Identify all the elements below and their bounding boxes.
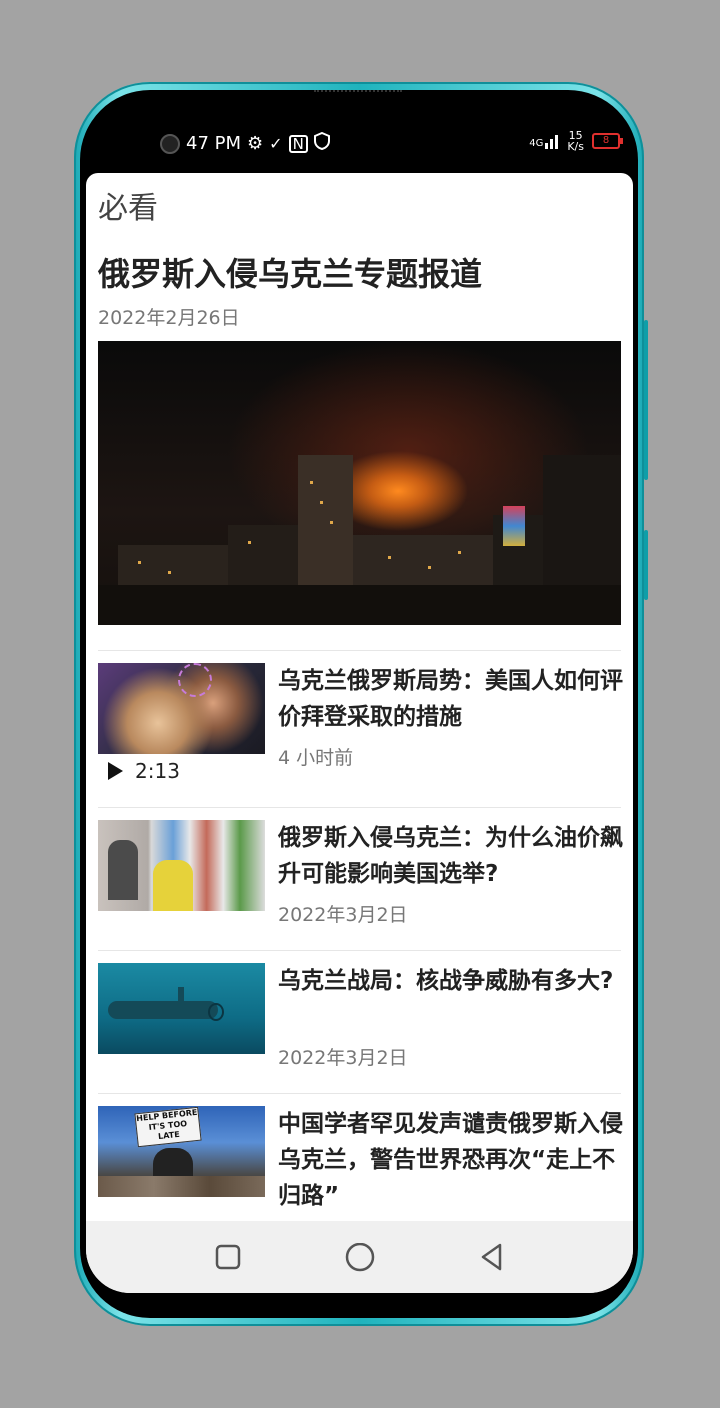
- article-title[interactable]: 乌克兰战局：核战争威胁有多大?: [278, 963, 623, 999]
- system-navigation-bar: [86, 1221, 633, 1293]
- divider: [98, 1093, 621, 1094]
- list-item[interactable]: 乌克兰战局：核战争威胁有多大? 2022年3月2日: [98, 963, 621, 1093]
- video-indicator[interactable]: 2:13: [108, 759, 180, 783]
- nfc-icon: N: [288, 134, 308, 153]
- list-item[interactable]: 俄罗斯入侵乌克兰：为什么油价飙升可能影响美国选举? 2022年3月2日: [98, 820, 623, 950]
- thumbnail-sign: HELP BEFORE IT'S TOO LATE: [134, 1106, 202, 1148]
- check-download-icon: ✓: [269, 134, 283, 153]
- play-icon: [108, 762, 123, 780]
- home-icon[interactable]: [345, 1242, 375, 1272]
- video-duration: 2:13: [135, 759, 180, 783]
- recents-icon[interactable]: [214, 1243, 242, 1271]
- divider: [98, 650, 621, 651]
- article-meta: 2022年3月2日: [278, 1047, 408, 1069]
- article-title[interactable]: 乌克兰俄罗斯局势：美国人如何评价拜登采取的措施: [278, 663, 623, 735]
- signal-icon: 4G: [529, 133, 559, 149]
- list-item[interactable]: 2:13 乌克兰俄罗斯局势：美国人如何评价拜登采取的措施 4 小时前: [98, 663, 623, 793]
- battery-icon: 8: [592, 133, 623, 149]
- side-button: [644, 530, 648, 600]
- featured-headline[interactable]: 俄罗斯入侵乌克兰专题报道: [98, 249, 482, 295]
- status-bar: 47 PM ⚙ ✓ N 4G 15 K/s 8: [160, 130, 623, 158]
- app-screen: 必看 俄罗斯入侵乌克兰专题报道 2022年2月26日 2:13 乌克兰俄罗斯局势…: [86, 173, 633, 1293]
- article-title[interactable]: 俄罗斯入侵乌克兰：为什么油价飙升可能影响美国选举?: [278, 820, 623, 892]
- article-meta: 4 小时前: [278, 747, 354, 769]
- speaker-grille: [314, 90, 402, 95]
- battery-level: 8: [602, 135, 610, 146]
- divider: [98, 950, 621, 951]
- divider: [98, 807, 621, 808]
- status-time: 47 PM: [186, 133, 242, 154]
- article-thumbnail: HELP BEFORE IT'S TOO LATE: [98, 1106, 265, 1197]
- net-speed: 15 K/s: [567, 130, 584, 152]
- article-meta: 2022年3月2日: [278, 904, 408, 926]
- network-type: 4G: [529, 138, 544, 149]
- featured-image[interactable]: [98, 341, 621, 625]
- camera-icon: [160, 133, 180, 154]
- featured-date: 2022年2月26日: [98, 307, 240, 329]
- back-icon[interactable]: [478, 1243, 506, 1271]
- gear-icon: ⚙: [247, 133, 264, 154]
- shield-icon: [313, 131, 330, 155]
- article-thumbnail: [98, 820, 265, 911]
- net-speed-unit: K/s: [567, 140, 584, 153]
- list-item[interactable]: HELP BEFORE IT'S TOO LATE 中国学者罕见发声谴责俄罗斯入…: [98, 1106, 623, 1236]
- article-thumbnail: [98, 663, 265, 754]
- side-button: [644, 320, 648, 480]
- article-title[interactable]: 中国学者罕见发声谴责俄罗斯入侵乌克兰，警告世界恐再次“走上不归路”: [278, 1106, 623, 1214]
- article-thumbnail: [98, 963, 265, 1054]
- section-title: 必看: [98, 191, 158, 226]
